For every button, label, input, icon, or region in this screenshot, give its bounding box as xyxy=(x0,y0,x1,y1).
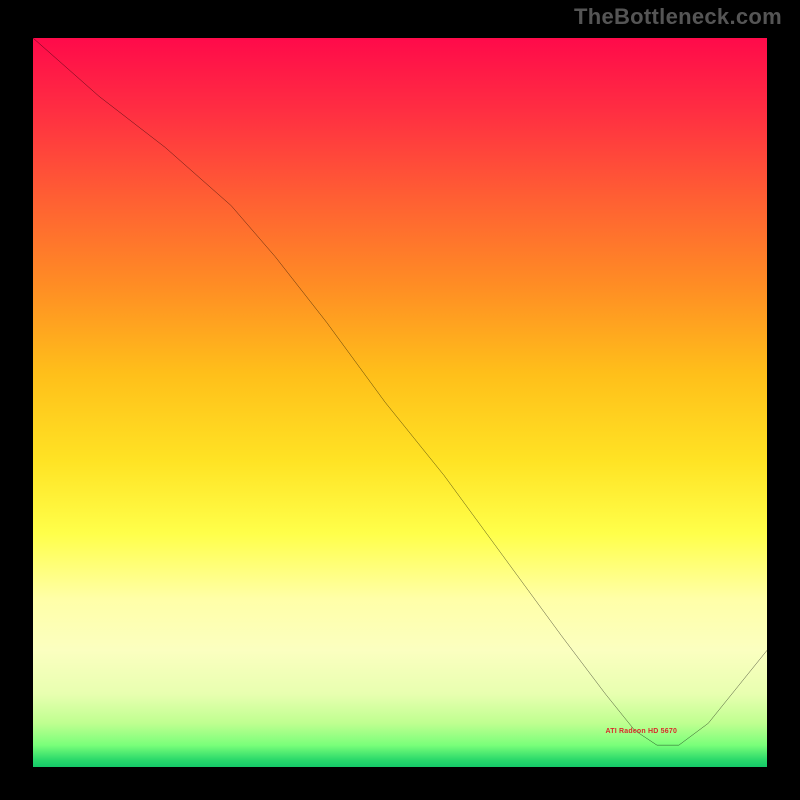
line-series xyxy=(33,38,767,767)
watermark-text: TheBottleneck.com xyxy=(574,4,782,30)
chart-container: TheBottleneck.com ATI Radeon HD 5670 xyxy=(0,0,800,800)
plot-frame: ATI Radeon HD 5670 xyxy=(25,30,775,775)
series-path xyxy=(33,38,767,745)
